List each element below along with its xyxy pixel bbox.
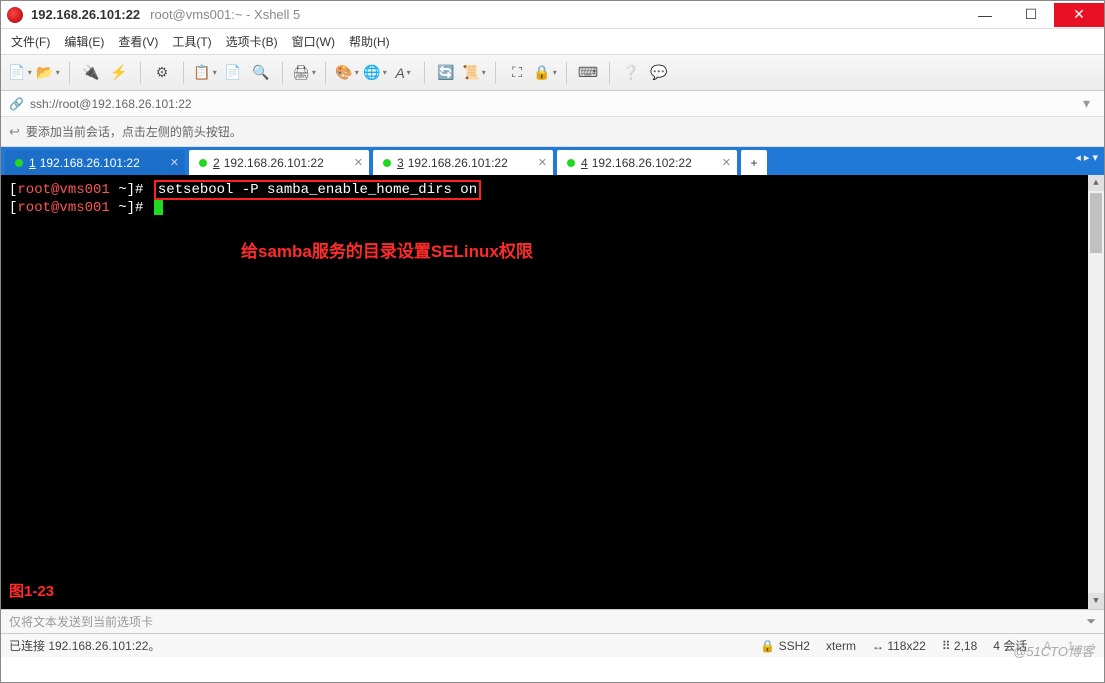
disconnect-button[interactable]: ⚡ — [108, 62, 130, 84]
toolbar-separator — [495, 62, 496, 84]
window-title-sub: root@vms001:~ - Xshell 5 — [150, 7, 300, 22]
toolbar-separator — [424, 62, 425, 84]
compose-target-dropdown[interactable]: ⏷ — [1086, 614, 1096, 629]
window-title-ip: 192.168.26.101:22 — [31, 7, 140, 22]
toolbar-separator — [140, 62, 141, 84]
compose-input-bar[interactable]: 仅将文本发送到当前选项卡 ⏷ — [1, 609, 1104, 633]
keyboard-button[interactable]: ⌨ — [577, 62, 599, 84]
tab-close-icon[interactable]: ✕ — [170, 156, 179, 169]
scroll-down-icon[interactable]: ▼ — [1088, 593, 1104, 609]
print-button[interactable]: 🖨 — [293, 62, 315, 84]
terminal-scrollbar[interactable]: ▲ ▼ — [1088, 175, 1104, 609]
tab-close-icon[interactable]: ✕ — [538, 156, 547, 169]
tab-strip: 1 192.168.26.101:22 ✕ 2 192.168.26.101:2… — [1, 147, 1104, 175]
status-connection: 已连接 192.168.26.101:22。 — [9, 637, 160, 654]
tab-number: 4 — [581, 156, 588, 170]
tab-nav-arrows[interactable]: ◂ ▸ ▾ — [1075, 151, 1098, 164]
maximize-button[interactable]: ☐ — [1008, 3, 1054, 27]
menubar: 文件(F) 编辑(E) 查看(V) 工具(T) 选项卡(B) 窗口(W) 帮助(… — [1, 29, 1104, 55]
reconnect-button[interactable]: 🔌 — [80, 62, 102, 84]
toolbar-separator — [282, 62, 283, 84]
status-dot-icon — [15, 159, 23, 167]
terminal-line: [root@vms001 ~]# setsebool -P samba_enab… — [9, 181, 1096, 199]
terminal-line: [root@vms001 ~]# — [9, 199, 1096, 217]
tab-number: 3 — [397, 156, 404, 170]
find-button[interactable]: 🔍 — [250, 62, 272, 84]
tab-label: 192.168.26.101:22 — [408, 156, 508, 170]
color-scheme-button[interactable]: 🎨 — [336, 62, 358, 84]
address-bar[interactable]: 🔗 ssh://root@192.168.26.101:22 ▾ — [1, 91, 1104, 117]
compose-placeholder: 仅将文本发送到当前选项卡 — [9, 613, 153, 630]
tab-label: 192.168.26.101:22 — [40, 156, 140, 170]
link-icon: 🔗 — [9, 97, 24, 111]
status-bar: 已连接 192.168.26.101:22。 🔒 SSH2 xterm ↔ 11… — [1, 633, 1104, 657]
status-term: xterm — [826, 639, 856, 653]
cursor — [154, 200, 163, 215]
help-icon[interactable]: ❔ — [620, 62, 642, 84]
script-button[interactable]: 📜 — [463, 62, 485, 84]
status-dot-icon — [383, 159, 391, 167]
menu-file[interactable]: 文件(F) — [11, 33, 50, 50]
session-tab-1[interactable]: 1 192.168.26.101:22 ✕ — [5, 150, 185, 175]
session-tab-2[interactable]: 2 192.168.26.101:22 ✕ — [189, 150, 369, 175]
add-tab-button[interactable]: + — [741, 150, 767, 175]
copy-button[interactable]: 📋 — [194, 62, 216, 84]
hint-bar: ↩ 要添加当前会话，点击左侧的箭头按钮。 — [1, 117, 1104, 147]
menu-window[interactable]: 窗口(W) — [292, 33, 335, 50]
hint-arrow-icon[interactable]: ↩ — [9, 124, 20, 140]
toolbar-separator — [325, 62, 326, 84]
menu-tools[interactable]: 工具(T) — [172, 33, 211, 50]
toolbar-separator — [566, 62, 567, 84]
terminal[interactable]: [root@vms001 ~]# setsebool -P samba_enab… — [1, 175, 1104, 609]
status-dot-icon — [199, 159, 207, 167]
tab-number: 2 — [213, 156, 220, 170]
font-button[interactable]: A — [392, 62, 414, 84]
open-session-button[interactable]: 📂 — [37, 62, 59, 84]
new-session-button[interactable]: 📄 — [9, 62, 31, 84]
properties-button[interactable]: ⚙ — [151, 62, 173, 84]
menu-help[interactable]: 帮助(H) — [349, 33, 390, 50]
address-add-button[interactable]: ▾ — [1077, 95, 1096, 112]
lock-button[interactable]: 🔒 — [534, 62, 556, 84]
window-buttons: — ☐ ✕ — [962, 3, 1104, 27]
paste-button[interactable]: 📄 — [222, 62, 244, 84]
scroll-up-icon[interactable]: ▲ — [1088, 175, 1104, 191]
tab-close-icon[interactable]: ✕ — [722, 156, 731, 169]
refresh-button[interactable]: 🔄 — [435, 62, 457, 84]
hint-text: 要添加当前会话，点击左侧的箭头按钮。 — [26, 123, 242, 140]
encoding-button[interactable]: 🌐 — [364, 62, 386, 84]
feedback-icon[interactable]: 💬 — [648, 62, 670, 84]
menu-edit[interactable]: 编辑(E) — [64, 33, 104, 50]
app-icon — [7, 7, 23, 23]
menu-tab[interactable]: 选项卡(B) — [226, 33, 278, 50]
watermark: @51CTO博客 — [1013, 641, 1094, 660]
figure-label: 图1-23 — [9, 583, 54, 601]
menu-view[interactable]: 查看(V) — [118, 33, 158, 50]
close-button[interactable]: ✕ — [1054, 3, 1104, 27]
session-tab-4[interactable]: 4 192.168.26.102:22 ✕ — [557, 150, 737, 175]
address-text: ssh://root@192.168.26.101:22 — [30, 97, 192, 111]
scroll-thumb[interactable] — [1090, 193, 1102, 253]
toolbar: 📄 📂 🔌 ⚡ ⚙ 📋 📄 🔍 🖨 🎨 🌐 A 🔄 📜 ⛶ 🔒 ⌨ ❔ 💬 — [1, 55, 1104, 91]
tab-close-icon[interactable]: ✕ — [354, 156, 363, 169]
highlighted-command: setsebool -P samba_enable_home_dirs on — [154, 180, 481, 200]
minimize-button[interactable]: — — [962, 3, 1008, 27]
titlebar: 192.168.26.101:22 root@vms001:~ - Xshell… — [1, 1, 1104, 29]
toolbar-separator — [609, 62, 610, 84]
annotation-text: 给samba服务的目录设置SELinux权限 — [241, 243, 533, 261]
status-dot-icon — [567, 159, 575, 167]
fullscreen-button[interactable]: ⛶ — [506, 62, 528, 84]
tab-label: 192.168.26.101:22 — [224, 156, 324, 170]
tab-number: 1 — [29, 156, 36, 170]
status-pos: ⠿ 2,18 — [942, 639, 977, 653]
tab-label: 192.168.26.102:22 — [592, 156, 692, 170]
toolbar-separator — [183, 62, 184, 84]
status-size: ↔ 118x22 — [872, 639, 926, 653]
session-tab-3[interactable]: 3 192.168.26.101:22 ✕ — [373, 150, 553, 175]
status-ssh: 🔒 SSH2 — [760, 639, 810, 653]
toolbar-separator — [69, 62, 70, 84]
